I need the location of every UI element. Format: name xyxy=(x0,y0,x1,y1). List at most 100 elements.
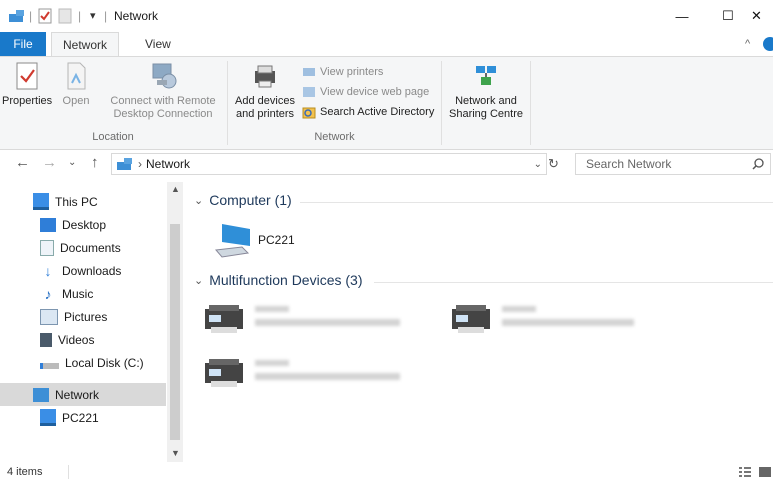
open-button[interactable]: Open xyxy=(54,61,98,108)
properties-quick-icon[interactable] xyxy=(38,8,52,24)
remote-desktop-icon xyxy=(152,63,177,89)
search-active-directory-button[interactable]: Search Active Directory xyxy=(302,103,434,121)
open-label: Open xyxy=(62,95,90,107)
minimize-button[interactable]: — xyxy=(659,0,705,32)
new-folder-quick-icon[interactable] xyxy=(58,8,72,24)
remote-desktop-button[interactable]: Connect with Remote Desktop Connection xyxy=(102,61,224,121)
back-arrow-icon[interactable]: ← xyxy=(15,154,30,171)
pictures-icon xyxy=(40,308,58,325)
add-devices-button[interactable]: Add devices and printers xyxy=(232,63,298,121)
ribbon-divider xyxy=(530,61,531,145)
forward-arrow-icon[interactable]: → xyxy=(42,154,57,171)
nav-item-network[interactable]: Network xyxy=(0,383,166,406)
device-item[interactable] xyxy=(203,355,403,395)
music-icon: ♪ xyxy=(44,285,52,302)
large-icons-view-icon[interactable] xyxy=(758,466,772,478)
nav-scroll-thumb[interactable] xyxy=(170,224,180,440)
nav-label: Local Disk (C:) xyxy=(65,355,144,370)
device-name-redacted xyxy=(502,306,536,312)
ribbon-divider xyxy=(441,61,442,145)
content-pane: ⌄ Computer (1) PC221 ⌄ Multifunction Dev… xyxy=(190,183,773,463)
downloads-icon: ↓ xyxy=(44,262,52,279)
computer-item-pc221[interactable]: PC221 xyxy=(212,219,372,261)
group-collapse-icon[interactable]: ⌄ xyxy=(194,274,203,287)
printers-icon xyxy=(303,68,315,76)
location-group-label: Location xyxy=(92,131,134,143)
ribbon-divider xyxy=(227,61,228,145)
webpage-icon xyxy=(303,87,315,97)
device-detail-redacted xyxy=(255,373,400,380)
close-button[interactable]: ✕ xyxy=(740,0,773,32)
scroll-down-icon[interactable]: ▼ xyxy=(171,448,180,458)
group-divider xyxy=(374,282,773,283)
add-devices-icon xyxy=(255,65,275,88)
local-disk-icon xyxy=(40,362,59,369)
help-icon[interactable] xyxy=(762,37,773,51)
nav-label: This PC xyxy=(55,194,98,209)
device-item[interactable] xyxy=(450,301,650,341)
properties-button[interactable]: Properties xyxy=(2,61,52,108)
title-bar: | | ▾ | Network — ☐ ✕ xyxy=(0,0,773,32)
search-directory-icon xyxy=(302,107,316,119)
breadcrumb-network[interactable]: Network xyxy=(146,157,190,171)
view-printers-button[interactable]: View printers xyxy=(302,63,383,81)
ribbon: Properties Open Connect with Remote Desk… xyxy=(0,56,773,150)
nav-item-pc221[interactable]: PC221 xyxy=(0,406,166,429)
nav-label: Pictures xyxy=(64,309,108,324)
search-input[interactable]: Search Network xyxy=(586,157,671,171)
up-arrow-icon[interactable]: ↑ xyxy=(91,154,99,171)
nav-item-desktop[interactable]: Desktop xyxy=(0,213,166,236)
address-toolbar: ← → ⌄ ↑ › Network ⌄ ↻ Search Network xyxy=(0,150,773,178)
sharing-centre-label-2: Sharing Centre xyxy=(449,108,523,120)
breadcrumb-chevron-icon: › xyxy=(138,157,142,171)
search-icon[interactable] xyxy=(752,158,764,170)
tab-view[interactable]: View xyxy=(134,32,182,56)
group-header-computer[interactable]: ⌄ Computer (1) xyxy=(194,192,292,208)
view-device-webpage-button[interactable]: View device web page xyxy=(302,83,429,101)
navigation-pane: This PC Desktop Documents ↓ Downloads ♪ … xyxy=(0,182,183,462)
details-view-icon[interactable] xyxy=(738,466,752,478)
nav-label: Music xyxy=(62,286,94,301)
computer-icon xyxy=(215,224,250,258)
collapse-ribbon-button[interactable]: ^ xyxy=(745,38,750,50)
group-divider xyxy=(300,202,773,203)
device-detail-redacted xyxy=(502,319,634,326)
view-printers-label: View printers xyxy=(320,66,384,78)
customize-quick-access-button[interactable]: ▾ xyxy=(90,9,96,22)
device-name-redacted xyxy=(255,306,289,312)
address-bar[interactable]: › Network ⌄ xyxy=(111,153,547,175)
multifunction-printer-icon xyxy=(205,305,243,333)
tab-file[interactable]: File xyxy=(0,32,46,56)
group-collapse-icon[interactable]: ⌄ xyxy=(194,194,203,207)
address-dropdown-icon[interactable]: ⌄ xyxy=(534,159,542,170)
nav-item-documents[interactable]: Documents xyxy=(0,236,166,259)
network-icon xyxy=(33,387,49,402)
nav-item-music[interactable]: ♪ Music xyxy=(0,282,166,305)
group-header-label: Multifunction Devices (3) xyxy=(209,272,363,288)
scroll-up-icon[interactable]: ▲ xyxy=(171,184,180,194)
network-sharing-centre-button[interactable]: Network and Sharing Centre xyxy=(446,63,526,121)
add-devices-label-1: Add devices xyxy=(235,95,295,107)
group-header-multifunction[interactable]: ⌄ Multifunction Devices (3) xyxy=(194,272,363,288)
nav-label: Documents xyxy=(60,240,121,255)
nav-item-this-pc[interactable]: This PC xyxy=(0,190,166,213)
refresh-icon[interactable]: ↻ xyxy=(548,156,559,172)
properties-label: Properties xyxy=(2,95,53,107)
nav-item-videos[interactable]: Videos xyxy=(0,328,166,351)
nav-item-downloads[interactable]: ↓ Downloads xyxy=(0,259,166,282)
status-divider xyxy=(68,465,69,479)
tab-network[interactable]: Network xyxy=(51,32,120,57)
multifunction-printer-icon xyxy=(452,305,490,333)
status-bar: 4 items xyxy=(0,463,773,481)
device-detail-redacted xyxy=(255,319,400,326)
nav-label: PC221 xyxy=(62,410,99,425)
device-item[interactable] xyxy=(203,301,403,341)
documents-icon xyxy=(40,239,54,256)
search-box[interactable]: Search Network xyxy=(575,153,771,175)
sharing-centre-label-1: Network and xyxy=(455,95,517,107)
recent-locations-icon[interactable]: ⌄ xyxy=(68,157,76,168)
nav-item-local-disk[interactable]: Local Disk (C:) xyxy=(0,351,166,374)
nav-item-pictures[interactable]: Pictures xyxy=(0,305,166,328)
qa-divider: | xyxy=(78,9,82,23)
group-header-label: Computer (1) xyxy=(209,192,292,208)
